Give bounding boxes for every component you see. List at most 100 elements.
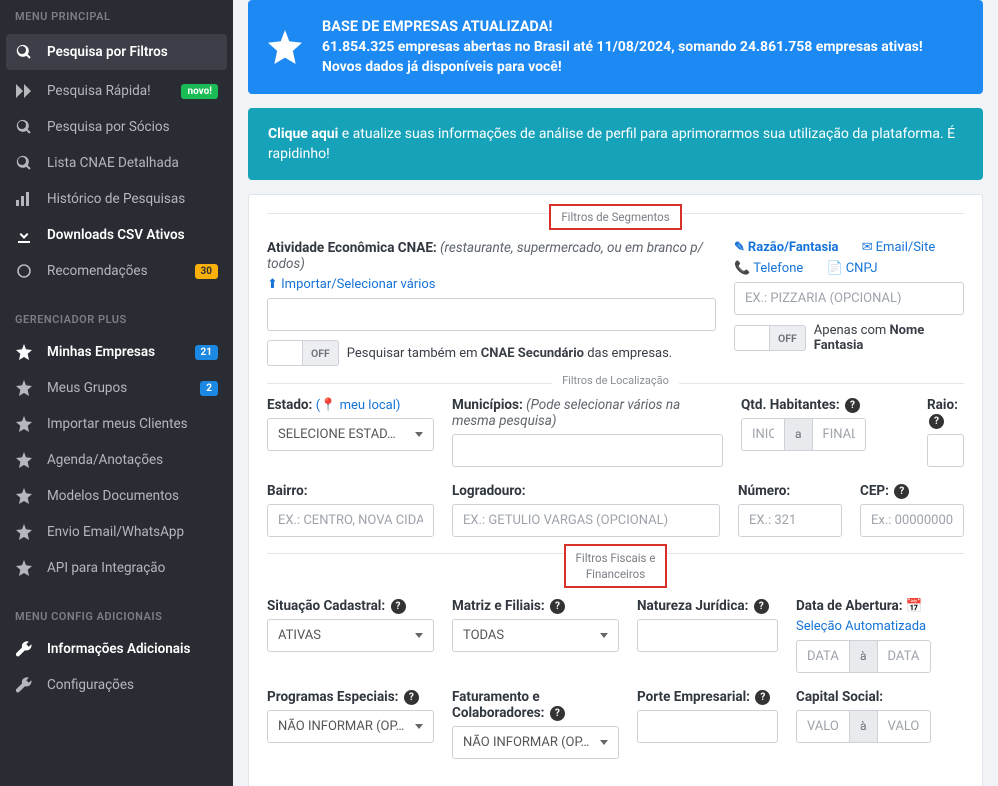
menu-item-api[interactable]: API para Integração [0,550,233,586]
dt-range: à [796,640,964,673]
cap-max-input[interactable] [877,710,931,743]
prog-select[interactable]: NÃO INFORMAR (OP… [267,710,434,743]
razao-input[interactable] [734,282,964,315]
notice-profile-update[interactable]: Clique aqui e atualize suas informações … [248,108,983,181]
hab-range: a [741,418,909,451]
cap-min-input[interactable] [796,710,850,743]
hab-min-input[interactable] [741,418,785,451]
meu-local-link[interactable]: (📍 meu local) [316,398,401,413]
bairro-input[interactable] [267,504,434,537]
sidebar: MENU PRINCIPAL Pesquisa por Filtros Pesq… [0,0,233,786]
email-link[interactable]: ✉Email/Site [862,240,945,255]
help-icon[interactable]: ? [929,414,944,429]
menu-item-importar-clientes[interactable]: Importar meus Clientes [0,406,233,442]
menu-item-modelos[interactable]: Modelos Documentos [0,478,233,514]
download-icon [15,227,33,243]
help-icon[interactable]: ? [845,398,860,413]
notice-title: BASE DE EMPRESAS ATUALIZADA! [322,16,923,37]
toggle-fantasia[interactable]: OFF [734,324,806,352]
fieldset-localizacao: Filtros de Localização Estado: (📍 meu lo… [267,383,964,537]
hab-max-input[interactable] [812,418,866,451]
nat-input[interactable] [637,619,778,652]
field-municipios: Municípios: (Pode selecionar vários na m… [452,397,723,467]
help-icon[interactable]: ? [894,484,909,499]
porte-input[interactable] [637,710,778,743]
sit-select[interactable]: ATIVAS [267,619,434,652]
estado-select[interactable]: SELECIONE ESTAD… [267,418,434,451]
star-icon [15,452,33,468]
help-icon[interactable]: ? [754,599,769,614]
menu-label: Pesquisa por Filtros [47,44,218,60]
cep-input[interactable] [860,504,964,537]
menu-item-envio[interactable]: Envio Email/WhatsApp [0,514,233,550]
razao-link[interactable]: ✎Razão/Fantasia [734,240,849,255]
menu-item-minhas-empresas[interactable]: Minhas Empresas 21 [0,334,233,370]
field-cnae: Atividade Econômica CNAE: (restaurante, … [267,240,716,367]
menu-item-info-adicionais[interactable]: Informações Adicionais [0,631,233,667]
menu-item-lista-cnae[interactable]: Lista CNAE Detalhada [0,145,233,181]
field-programas: Programas Especiais: ? NÃO INFORMAR (OP… [267,689,434,759]
help-icon[interactable]: ? [755,690,770,705]
fat-label: Faturamento eColaboradores: ? [452,689,619,721]
menu-item-pesquisa-filtros[interactable]: Pesquisa por Filtros [6,34,227,70]
fieldset-segmentos: Filtros de Segmentos Atividade Econômica… [267,213,964,367]
search-icon [15,155,33,171]
wrench-icon [15,677,33,693]
telefone-link[interactable]: 📞Telefone [734,261,813,276]
log-input[interactable] [452,504,720,537]
toggle-cnae-sec[interactable]: OFF [267,339,339,367]
field-numero: Número: [738,483,842,537]
badge-novo: novo! [181,84,218,99]
menu-item-recomendacoes[interactable]: Recomendações 30 [0,253,233,289]
dt-min-input[interactable] [796,640,850,673]
menu-label: Informações Adicionais [47,641,218,657]
dt-auto-link[interactable]: Seleção Automatizada [796,619,964,634]
field-porte: Porte Empresarial: ? [637,689,778,759]
help-icon[interactable]: ? [391,599,406,614]
fat-select[interactable]: NÃO INFORMAR (OP… [452,726,619,759]
search-icon [15,44,33,60]
import-link[interactable]: ⬆ Importar/Selecionar vários [267,277,716,292]
menu-label: Recomendações [47,263,181,279]
notice-database-updated[interactable]: BASE DE EMPRESAS ATUALIZADA! 61.854.325 … [248,0,983,94]
dt-label: Data de Abertura: 📅 [796,598,964,614]
menu-label: Pesquisa Rápida! [47,83,167,99]
help-icon[interactable]: ? [404,690,419,705]
menu-item-historico[interactable]: Histórico de Pesquisas [0,181,233,217]
menu-item-meus-grupos[interactable]: Meus Grupos 2 [0,370,233,406]
wrench-icon [15,641,33,657]
star-icon [15,488,33,504]
mun-input[interactable] [452,434,723,467]
legend-fiscais: Filtros Fiscais eFinanceiros [564,544,668,588]
calendar-icon: 📅 [906,598,923,614]
field-bairro: Bairro: [267,483,434,537]
cep-label: CEP: ? [860,483,964,499]
cnpj-link[interactable]: 📄CNPJ [827,261,888,276]
help-icon[interactable]: ? [550,599,565,614]
menu-label: Downloads CSV Ativos [47,227,218,243]
fast-forward-icon [15,84,33,98]
sit-label: Situação Cadastral: ? [267,598,434,614]
field-data-abertura: Data de Abertura: 📅 Seleção Automatizada… [796,598,964,673]
menu-item-downloads[interactable]: Downloads CSV Ativos [0,217,233,253]
dt-max-input[interactable] [877,640,931,673]
menu-item-pesquisa-socios[interactable]: Pesquisa por Sócios [0,109,233,145]
field-situacao: Situação Cadastral: ? ATIVAS [267,598,434,673]
cnae-input[interactable] [267,298,716,331]
raio-input[interactable] [927,434,964,467]
cap-label: Capital Social: [796,689,964,705]
menu-item-pesquisa-rapida[interactable]: Pesquisa Rápida! novo! [0,73,233,109]
menu-item-config[interactable]: Configurações [0,667,233,703]
num-input[interactable] [738,504,842,537]
field-habitantes: Qtd. Habitantes: ? a [741,397,909,467]
field-raio: Raio:? [927,397,964,467]
menu-label: Agenda/Anotações [47,452,218,468]
menu-item-agenda[interactable]: Agenda/Anotações [0,442,233,478]
legend-localizacao: Filtros de Localização [552,374,679,387]
help-icon[interactable]: ? [550,706,565,721]
legend-segmentos: Filtros de Segmentos [549,204,681,230]
mf-select[interactable]: TODAS [452,619,619,652]
edit-icon: ✎ [734,240,745,255]
badge-count: 30 [195,264,218,279]
menu-header-config: MENU CONFIG ADICIONAIS [0,600,233,631]
